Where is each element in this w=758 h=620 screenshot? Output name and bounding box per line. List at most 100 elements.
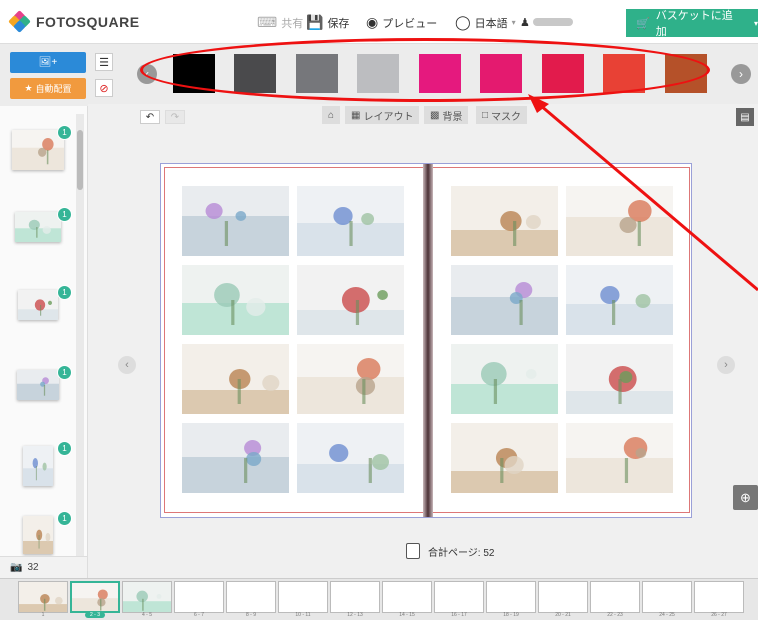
logo-icon (8, 10, 31, 33)
spread-photo[interactable] (451, 344, 558, 414)
page-thumb[interactable] (174, 581, 224, 613)
list-icon: ☰ (99, 56, 109, 69)
logo: FOTOSQUARE (8, 10, 140, 33)
sidebar-photo-thumb[interactable] (18, 290, 58, 320)
page-thumb[interactable] (434, 581, 484, 613)
next-spread-button[interactable]: › (717, 356, 735, 374)
add-photo-icon: 🖼+ (38, 57, 58, 68)
list-view-button[interactable]: ☰ (95, 53, 113, 71)
spread-photo[interactable] (566, 423, 673, 493)
remove-button[interactable]: ⊘ (95, 79, 113, 97)
user-icon[interactable]: ♟ (520, 16, 530, 29)
save-label: 保存 (327, 17, 350, 30)
page-thumb[interactable] (70, 581, 120, 613)
annotation-ellipse (140, 38, 710, 102)
spread-photo[interactable] (182, 186, 289, 256)
page-thumb[interactable] (122, 581, 172, 613)
spread-photo[interactable] (182, 423, 289, 493)
page-thumb[interactable] (382, 581, 432, 613)
chevron-down-icon: ▾ (511, 18, 516, 27)
undo-icon: ↶ (145, 111, 155, 123)
add-photo-button[interactable]: 🖼+ (10, 52, 86, 73)
zoom-button[interactable]: ⊕ (733, 485, 758, 510)
total-pages-label: 合計ページ: 52 (428, 547, 495, 559)
chevron-right-icon: › (739, 67, 743, 81)
page-thumb-label: 22 - 23 (607, 612, 623, 618)
sidebar-photo-thumb[interactable] (23, 446, 53, 486)
usage-count-badge: 1 (57, 207, 72, 222)
spread-photo[interactable] (451, 186, 558, 256)
home-button[interactable]: ⌂ (322, 106, 341, 124)
usage-count-badge: 1 (57, 441, 72, 456)
spread-photo[interactable] (182, 265, 289, 335)
cart-label: バスケットに追加 (655, 10, 733, 38)
page-thumb[interactable] (226, 581, 276, 613)
undo-button[interactable]: ↶ (140, 110, 160, 124)
layout-tab[interactable]: ▦ レイアウト (345, 106, 420, 124)
language-label: 日本語 (474, 17, 508, 30)
page-thumb[interactable] (642, 581, 692, 613)
spread-photo[interactable] (566, 344, 673, 414)
spread-photo[interactable] (451, 265, 558, 335)
checker-icon: ▩ (430, 109, 440, 121)
chevron-left-icon: ‹ (125, 359, 129, 371)
sidebar-photo-thumb[interactable] (15, 212, 61, 242)
add-to-basket-button[interactable]: 🛒 バスケットに追加 ▾ (626, 9, 758, 38)
photos-icon: 📷 (10, 562, 23, 573)
page-thumb[interactable] (486, 581, 536, 613)
sidebar-photo-thumb[interactable] (12, 130, 64, 170)
share-icon: ⌨ (257, 14, 278, 30)
spread-photo[interactable] (566, 265, 673, 335)
spread-photo[interactable] (182, 344, 289, 414)
share-button[interactable]: ⌨ 共有 (257, 14, 303, 31)
usage-count-badge: 1 (57, 285, 72, 300)
background-tab[interactable]: ▩ 背景 (424, 106, 469, 124)
prev-spread-button[interactable]: ‹ (118, 356, 136, 374)
spread-photo[interactable] (297, 423, 404, 493)
page-thumb[interactable] (538, 581, 588, 613)
preview-button[interactable]: ◉ プレビュー (366, 14, 437, 31)
save-button[interactable]: 💾 保存 (306, 14, 349, 31)
spread-photo[interactable] (297, 186, 404, 256)
page-thumb-label: 1 (41, 612, 45, 618)
no-entry-icon: ⊘ (99, 82, 109, 95)
page-thumb[interactable] (590, 581, 640, 613)
page-icon: ▤ (740, 111, 750, 123)
photo-sidebar[interactable] (0, 106, 88, 556)
page-thumb-label: 16 - 17 (451, 612, 467, 618)
auto-layout-button[interactable]: ★ 自動配置 (10, 78, 86, 99)
spread-photo[interactable] (297, 344, 404, 414)
page-thumb-label: 8 - 9 (245, 612, 256, 618)
layout-label: レイアウト (363, 111, 414, 123)
home-icon: ⌂ (328, 109, 335, 121)
mask-tab[interactable]: □ マスク (476, 106, 528, 124)
page-thumb[interactable] (278, 581, 328, 613)
mask-icon: □ (482, 109, 489, 121)
spread-photo[interactable] (566, 186, 673, 256)
page-settings-button[interactable]: ▤ (736, 108, 754, 126)
spread-photo[interactable] (297, 265, 404, 335)
page-count-icon (406, 543, 420, 559)
page-thumb-label: 18 - 19 (503, 612, 519, 618)
spread-photo[interactable] (451, 423, 558, 493)
eye-icon: ◉ (366, 14, 379, 30)
page-thumb[interactable] (330, 581, 380, 613)
page-thumb[interactable] (18, 581, 68, 613)
redo-button[interactable]: ↷ (165, 110, 185, 124)
usage-count-badge: 1 (57, 511, 72, 526)
page-thumb-label: 14 - 15 (399, 612, 415, 618)
page-thumb-label: 6 - 7 (193, 612, 204, 618)
magic-icon: ★ (24, 83, 33, 93)
photobook-spread[interactable] (160, 163, 692, 518)
usage-count-badge: 1 (57, 125, 72, 140)
page-thumb-label: 12 - 13 (347, 612, 363, 618)
photo-count: 32 (27, 562, 39, 573)
colors-next-button[interactable]: › (731, 64, 751, 84)
sidebar-photo-thumb[interactable] (23, 516, 53, 554)
page-thumb-label: 20 - 21 (555, 612, 571, 618)
page-thumb[interactable] (694, 581, 744, 613)
background-label: 背景 (442, 111, 463, 123)
sidebar-scroll-thumb[interactable] (77, 130, 83, 190)
sidebar-photo-thumb[interactable] (17, 370, 59, 400)
language-select[interactable]: ◯ 日本語 ▾ (455, 14, 516, 31)
